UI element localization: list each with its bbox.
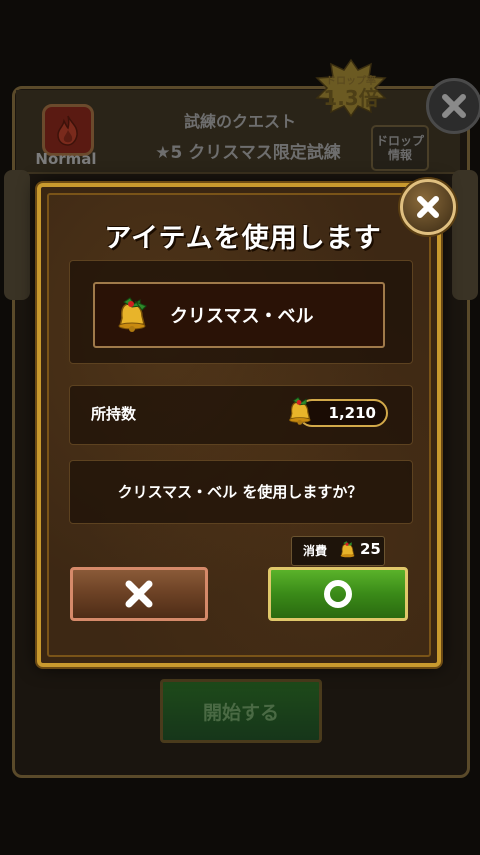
difficulty-badge — [42, 104, 94, 156]
drop-info-line1: ドロップ — [375, 134, 424, 148]
christmas-bell-icon — [289, 397, 311, 425]
scroll-ornament-right — [452, 170, 478, 300]
drop-info-line2: 情報 — [387, 148, 412, 162]
close-icon — [442, 94, 466, 118]
drop-rate-title: ドロップ率 — [326, 75, 376, 87]
cancel-button[interactable] — [70, 567, 208, 621]
scroll-ornament-left — [4, 170, 30, 300]
cost-label: 消費 — [303, 544, 328, 558]
drop-rate-value: 1.3倍 — [323, 85, 379, 110]
item-name: クリスマス・ベル — [170, 306, 314, 327]
flame-icon — [57, 115, 78, 146]
close-icon — [417, 196, 439, 218]
x-icon — [125, 580, 153, 608]
quest-type-label: 試練のクエスト — [183, 112, 296, 131]
start-button[interactable]: 開始する — [160, 679, 322, 743]
circle-icon — [324, 580, 352, 608]
owned-count: 1,210 — [328, 404, 376, 422]
difficulty-label: Normal — [35, 150, 97, 168]
confirm-message: クリスマス・ベル を使用しますか？ — [117, 483, 363, 501]
christmas-bell-icon — [118, 297, 147, 332]
christmas-bell-icon — [340, 541, 355, 558]
drop-rate-badge: ドロップ率 1.3倍 — [313, 58, 389, 118]
confirm-button[interactable] — [268, 567, 408, 621]
dialog-title: アイテムを使用します — [104, 223, 382, 254]
quest-close-button[interactable] — [426, 78, 480, 134]
owned-label: 所持数 — [91, 405, 137, 423]
cost-value: 25 — [360, 540, 381, 558]
dialog-close-button[interactable] — [400, 179, 456, 235]
drop-info-button[interactable]: ドロップ 情報 — [371, 125, 429, 171]
quest-name-label: ★5 クリスマス限定試練 — [155, 143, 341, 163]
